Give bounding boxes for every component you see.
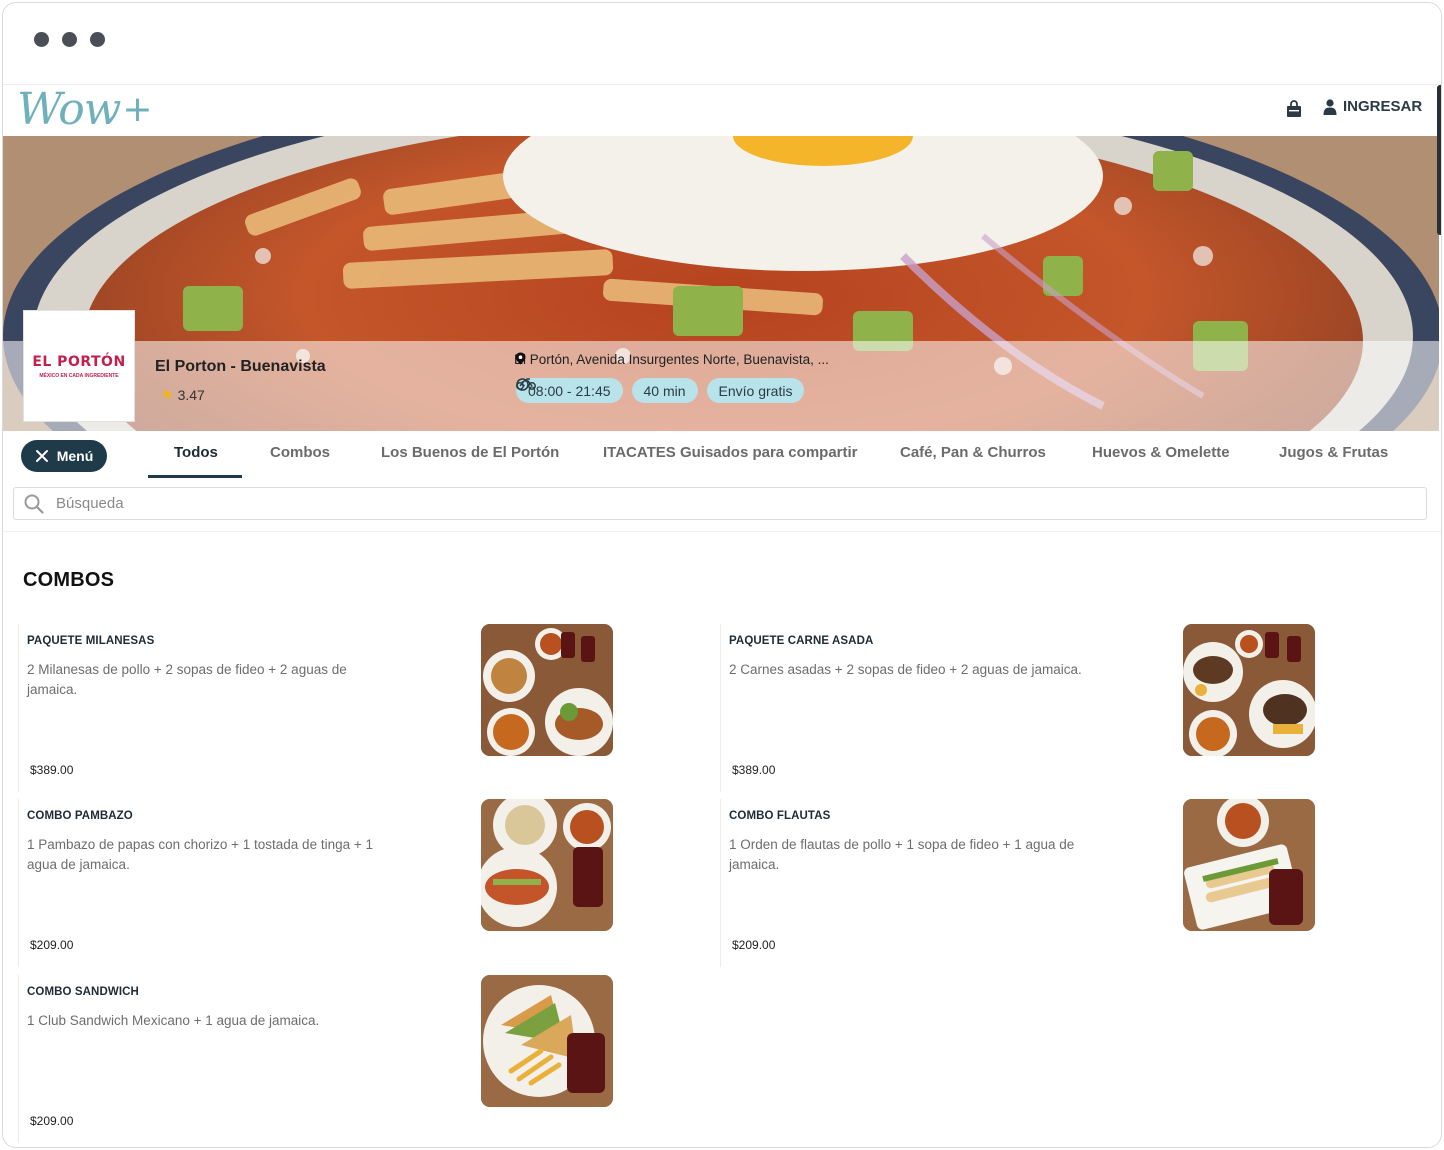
active-tab-indicator: [148, 475, 242, 478]
delivery-time-text: 40 min: [643, 382, 686, 399]
product-card[interactable]: COMBO FLAUTAS 1 Orden de flautas de poll…: [720, 799, 1320, 967]
product-card[interactable]: COMBO SANDWICH 1 Club Sandwich Mexicano …: [18, 975, 618, 1143]
product-name: PAQUETE CARNE ASADA: [729, 635, 874, 647]
product-card[interactable]: PAQUETE CARNE ASADA 2 Carnes asadas + 2 …: [720, 624, 1320, 792]
product-price: $209.00: [732, 938, 776, 952]
tab-todos[interactable]: Todos: [174, 444, 218, 461]
tab-itacates[interactable]: ITACATES Guisados para compartir: [603, 444, 858, 461]
shopping-bag-icon[interactable]: [1285, 100, 1303, 118]
user-icon: [1323, 98, 1337, 115]
store-address: El Portón, Avenida Insurgentes Norte, Bu…: [514, 352, 829, 367]
product-price: $209.00: [30, 1114, 74, 1128]
window-control-minimize[interactable]: [62, 32, 77, 47]
product-image: [1183, 624, 1315, 756]
address-text: El Portón, Avenida Insurgentes Norte, Bu…: [514, 352, 829, 367]
store-logo: EL PORTÓN MÉXICO EN CADA INGREDIENTE: [23, 310, 135, 422]
browser-window: Wow + INGRESAR EL PORTÓN MÉXICO EN CADA …: [2, 2, 1442, 1148]
rating-value: 3.47: [177, 386, 205, 403]
tab-los-buenos[interactable]: Los Buenos de El Portón: [381, 444, 559, 461]
product-price: $389.00: [30, 763, 74, 777]
product-card[interactable]: COMBO PAMBAZO 1 Pambazo de papas con cho…: [18, 799, 618, 967]
location-pin-icon: [515, 352, 526, 365]
tab-jugos-frutas[interactable]: Jugos & Frutas: [1279, 444, 1388, 461]
search-bar: [13, 487, 1427, 520]
login-button[interactable]: INGRESAR: [1323, 98, 1422, 115]
shipping-pill: Envío gratis: [706, 378, 805, 403]
store-logo-tagline: MÉXICO EN CADA INGREDIENTE: [39, 372, 119, 379]
logo-text: Wow: [17, 83, 121, 135]
tab-combos[interactable]: Combos: [270, 444, 330, 461]
product-card[interactable]: PAQUETE MILANESAS 2 Milanesas de pollo +…: [18, 624, 618, 792]
category-tabs: Menú Todos Combos Los Buenos de El Portó…: [3, 431, 1441, 481]
store-rating: ★ 3.47: [161, 386, 205, 403]
store-logo-brand: EL PORTÓN: [32, 353, 126, 370]
logo-plus: +: [122, 88, 152, 130]
product-price: $389.00: [732, 763, 776, 777]
product-price: $209.00: [30, 938, 74, 952]
product-image: [481, 624, 613, 756]
hours-text: 08:00 - 21:45: [528, 382, 611, 399]
star-icon: ★: [161, 386, 174, 402]
tab-cafe-pan-churros[interactable]: Café, Pan & Churros: [900, 444, 1046, 461]
product-name: COMBO FLAUTAS: [729, 810, 831, 822]
window-control-close[interactable]: [34, 32, 49, 47]
shipping-text: Envío gratis: [718, 382, 793, 399]
product-description: 1 Orden de flautas de pollo + 1 sopa de …: [729, 837, 1075, 872]
window-titlebar: [3, 3, 1441, 85]
product-image: [1183, 799, 1315, 931]
utensils-icon: [35, 450, 48, 462]
store-name: El Porton - Buenavista: [155, 358, 326, 375]
menu-button-label: Menú: [56, 448, 94, 464]
section-divider: [3, 531, 1441, 532]
product-name: COMBO SANDWICH: [27, 986, 139, 998]
delivery-time-pill: 40 min: [516, 378, 698, 403]
search-input[interactable]: [56, 495, 1356, 512]
search-icon: [24, 494, 44, 514]
product-name: PAQUETE MILANESAS: [27, 635, 155, 647]
motorcycle-icon: [516, 378, 536, 390]
top-navbar: Wow + INGRESAR: [3, 83, 1441, 136]
window-control-maximize[interactable]: [90, 32, 105, 47]
store-hero-banner: EL PORTÓN MÉXICO EN CADA INGREDIENTE El …: [3, 136, 1439, 431]
product-description: 1 Club Sandwich Mexicano + 1 agua de jam…: [27, 1013, 320, 1028]
product-description: 1 Pambazo de papas con chorizo + 1 tosta…: [27, 837, 373, 872]
scrollbar-thumb[interactable]: [1437, 85, 1441, 235]
login-label: INGRESAR: [1343, 98, 1423, 115]
section-title: COMBOS: [23, 569, 115, 591]
product-image: [481, 975, 613, 1107]
product-description: 2 Milanesas de pollo + 2 sopas de fideo …: [27, 662, 347, 697]
tab-huevos-omelette[interactable]: Huevos & Omelette: [1092, 444, 1230, 461]
product-description: 2 Carnes asadas + 2 sopas de fideo + 2 a…: [729, 662, 1082, 677]
menu-button[interactable]: Menú: [21, 440, 107, 472]
product-image: [481, 799, 613, 931]
product-name: COMBO PAMBAZO: [27, 810, 133, 822]
store-info-pills: 08:00 - 21:45 40 min Envío gratis: [516, 378, 805, 403]
wow-logo[interactable]: Wow +: [17, 83, 153, 135]
